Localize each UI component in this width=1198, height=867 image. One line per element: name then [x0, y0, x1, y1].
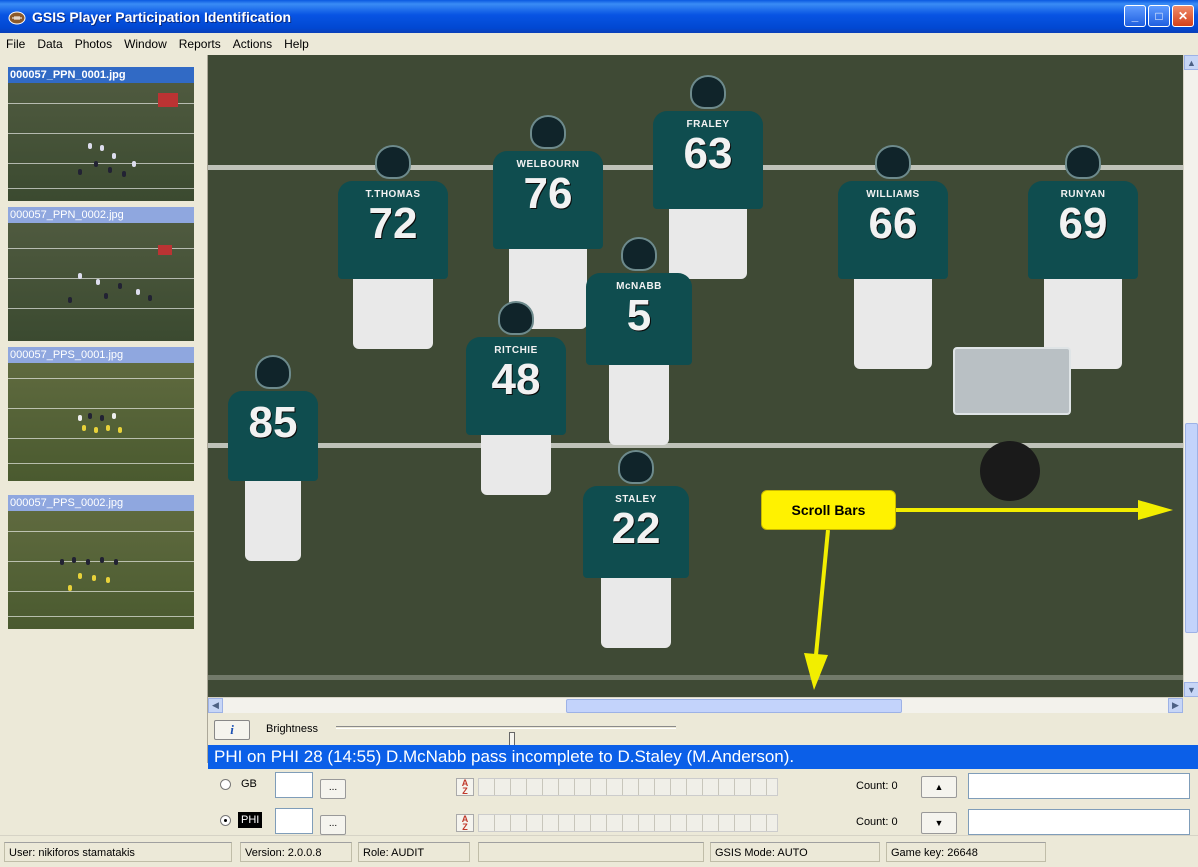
photo-viewport[interactable]: T.THOMAS 72 WELBOURN 76 FRALEY 63 WILLIAMS 6… — [208, 55, 1183, 697]
callout-arrows — [804, 500, 1173, 690]
title-bar: GSIS Player Participation Identification… — [0, 0, 1198, 33]
info-button[interactable]: i — [214, 720, 250, 740]
browse-button-gb[interactable]: ... — [320, 779, 346, 799]
play-description: PHI on PHI 28 (14:55) D.McNabb pass inco… — [208, 745, 1198, 769]
sort-az-icon[interactable]: AZ — [456, 814, 474, 832]
count-label-phi: Count: 0 — [856, 816, 898, 828]
thumbnail-image — [8, 363, 194, 481]
move-down-button[interactable]: ▼ — [921, 812, 957, 834]
menu-data[interactable]: Data — [37, 37, 62, 51]
menu-file[interactable]: File — [6, 37, 25, 51]
menu-photos[interactable]: Photos — [75, 37, 112, 51]
menu-actions[interactable]: Actions — [233, 37, 272, 51]
app-icon — [8, 11, 26, 24]
window-title: GSIS Player Participation Identification — [32, 8, 292, 25]
thumbnail-item[interactable]: 000057_PPN_0002.jpg — [8, 207, 194, 341]
status-message — [478, 842, 704, 862]
move-up-button[interactable]: ▲ — [921, 776, 957, 798]
status-bar: User: nikiforos stamatakis Version: 2.0.… — [0, 835, 1198, 867]
minimize-button[interactable]: _ — [1124, 5, 1146, 27]
horizontal-scrollbar[interactable]: ◀ ▶ — [208, 697, 1183, 713]
sort-az-icon[interactable]: AZ — [456, 778, 474, 796]
thumbnail-label: 000057_PPS_0001.jpg — [8, 347, 194, 363]
thumbnail-image — [8, 223, 194, 341]
thumbnail-label: 000057_PPN_0001.jpg — [8, 67, 194, 83]
jersey-number-input-phi[interactable] — [275, 808, 313, 834]
menu-window[interactable]: Window — [124, 37, 167, 51]
status-version: Version: 2.0.0.8 — [240, 842, 352, 862]
status-user: User: nikiforos stamatakis — [4, 842, 232, 862]
team-radio-gb[interactable] — [220, 779, 231, 790]
team-radio-phi[interactable] — [220, 815, 231, 826]
status-game-key: Game key: 26648 — [886, 842, 1046, 862]
thumbnail-label: 000057_PPS_0002.jpg — [8, 495, 194, 511]
menu-reports[interactable]: Reports — [179, 37, 221, 51]
scroll-right-button[interactable]: ▶ — [1168, 698, 1183, 713]
brightness-slider[interactable] — [336, 726, 677, 750]
close-button[interactable]: ✕ — [1172, 5, 1194, 27]
scroll-down-button[interactable]: ▼ — [1184, 682, 1198, 697]
players-input-gb[interactable] — [968, 773, 1190, 799]
thumbnail-item[interactable]: 000057_PPS_0001.jpg — [8, 347, 194, 481]
team-abbr-gb: GB — [241, 778, 257, 790]
menu-bar: File Data Photos Window Reports Actions … — [0, 33, 1198, 55]
thumbnail-image — [8, 83, 194, 201]
vertical-scrollbar[interactable]: ▲ ▼ — [1183, 55, 1198, 697]
thumbnail-image — [8, 511, 194, 629]
horizontal-scroll-thumb[interactable] — [566, 699, 902, 713]
vertical-scroll-thumb[interactable] — [1185, 423, 1198, 633]
thumbnail-item[interactable]: 000057_PPN_0001.jpg — [8, 67, 194, 201]
count-label-gb: Count: 0 — [856, 780, 898, 792]
jersey-number-input-gb[interactable] — [275, 772, 313, 798]
player-grid-phi[interactable] — [478, 814, 778, 832]
browse-button-phi[interactable]: ... — [320, 815, 346, 835]
scroll-left-button[interactable]: ◀ — [208, 698, 223, 713]
status-mode: GSIS Mode: AUTO — [710, 842, 880, 862]
thumbnail-item[interactable]: 000057_PPS_0002.jpg — [8, 495, 194, 629]
players-input-phi[interactable] — [968, 809, 1190, 835]
player-grid-gb[interactable] — [478, 778, 778, 796]
info-icon: i — [230, 722, 234, 737]
maximize-button[interactable]: □ — [1148, 5, 1170, 27]
team-row-phi: PHI ... AZ Count: 0 ▼ — [208, 806, 1198, 836]
scroll-bars-callout: Scroll Bars — [761, 490, 896, 530]
thumbnail-panel: 000057_PPN_0001.jpg 000057_PPN_0002.jpg … — [0, 55, 208, 763]
menu-help[interactable]: Help — [284, 37, 309, 51]
scroll-up-button[interactable]: ▲ — [1184, 55, 1198, 70]
team-row-gb: GB ... AZ Count: 0 ▲ — [208, 770, 1198, 800]
brightness-label: Brightness — [266, 723, 318, 735]
status-role: Role: AUDIT — [358, 842, 470, 862]
thumbnail-label: 000057_PPN_0002.jpg — [8, 207, 194, 223]
team-abbr-phi: PHI — [238, 812, 263, 828]
brightness-row: i Brightness — [208, 714, 1198, 750]
